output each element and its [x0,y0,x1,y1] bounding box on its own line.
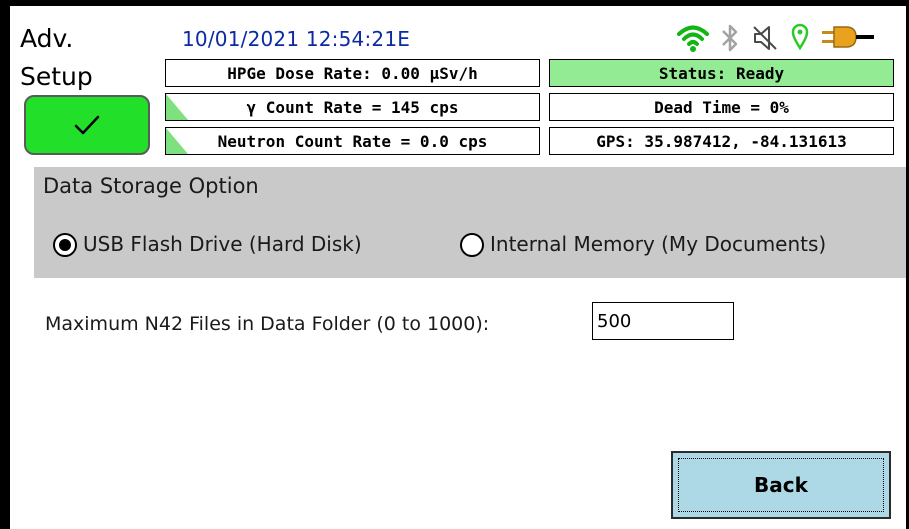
page-title-line2: Setup [20,62,93,91]
internal-memory-radio[interactable] [460,233,484,257]
status-icons [676,22,898,56]
bluetooth-icon [722,24,738,52]
gps-text: GPS: 35.987412, -84.131613 [596,131,847,151]
max-files-label: Maximum N42 Files in Data Folder (0 to 1… [45,313,490,335]
gamma-rate-readout: γ Count Rate = 145 cps [165,93,540,121]
dead-time-readout: Dead Time = 0% [549,93,894,121]
back-button[interactable]: Back [671,451,891,519]
wifi-icon [677,25,709,52]
gamma-rate-text: γ Count Rate = 145 cps [246,97,459,117]
dead-time-text: Dead Time = 0% [654,97,789,117]
datetime-display: 10/01/2021 12:54:21E [182,27,411,51]
checkmark-icon [74,114,100,136]
gps-pin-icon [791,23,809,51]
screen-border-left [0,0,10,529]
max-files-input[interactable] [592,302,734,340]
confirm-button[interactable] [24,95,150,155]
power-plug-icon [822,26,874,48]
radio-selected-dot [59,239,71,251]
speaker-muted-icon [753,26,777,50]
internal-memory-label[interactable]: Internal Memory (My Documents) [490,232,826,256]
usb-flash-label[interactable]: USB Flash Drive (Hard Disk) [83,232,362,256]
neutron-rate-indicator [166,128,188,154]
focus-ring [678,458,884,512]
status-text: Status: Ready [658,63,785,83]
neutron-rate-readout: Neutron Count Rate = 0.0 cps [165,127,540,155]
screen-border-top [0,0,909,6]
data-storage-title: Data Storage Option [43,174,259,198]
usb-flash-radio[interactable] [53,233,77,257]
dose-rate-readout: HPGe Dose Rate: 0.00 µSv/h [165,59,540,87]
neutron-rate-text: Neutron Count Rate = 0.0 cps [217,131,488,151]
gamma-rate-indicator [166,94,188,120]
status-badge: Status: Ready [549,59,894,87]
adv-setup-screen: Adv. Setup 10/01/2021 12:54:21E HPGe Dos… [0,0,909,529]
gps-readout: GPS: 35.987412, -84.131613 [549,127,894,155]
page-title-line1: Adv. [20,24,74,53]
dose-rate-text: HPGe Dose Rate: 0.00 µSv/h [227,63,478,83]
